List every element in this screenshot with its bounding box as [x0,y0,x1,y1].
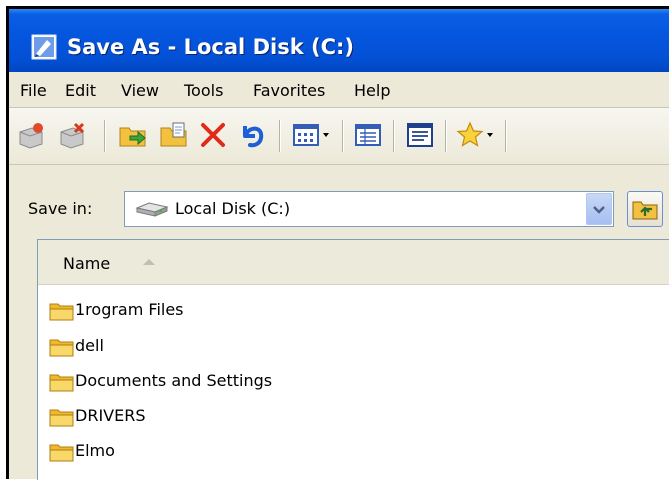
save-as-icon [31,34,57,60]
file-name: DRIVERS [75,406,146,425]
hard-disk-icon [135,202,169,217]
column-header-name[interactable]: Name [63,254,110,273]
file-name: dell [75,336,104,355]
menu-file[interactable]: File [20,81,47,100]
toolbar-separator [342,120,344,152]
folder-icon [49,444,74,462]
favorites-icon[interactable] [456,120,496,150]
move-to-icon[interactable] [118,120,148,150]
menu-edit[interactable]: Edit [65,81,96,100]
delete-icon[interactable] [198,120,228,150]
toolbar-separator [393,120,395,152]
views-icon[interactable] [292,120,332,150]
title-bar[interactable]: Save As - Local Disk (C:) [9,9,669,72]
toolbar-separator [505,120,507,152]
add-icon[interactable] [16,120,46,150]
folder-icon [49,303,74,321]
copy-to-icon[interactable] [159,120,189,150]
folder-icon [49,374,74,392]
file-name: Documents and Settings [75,371,273,390]
save-in-row: Save in: Local Disk (C:) [9,165,669,237]
remove-icon[interactable] [57,120,87,150]
undo-icon[interactable] [237,120,267,150]
save-in-combobox[interactable]: Local Disk (C:) [124,191,614,227]
toolbar-separator [104,120,106,152]
save-in-value: Local Disk (C:) [175,199,291,218]
save-in-label: Save in: [28,199,93,218]
menu-view[interactable]: View [121,81,159,100]
menu-bar: File Edit View Tools Favorites Help [9,72,669,108]
toolbar-separator [279,120,281,152]
window-title: Save As - Local Disk (C:) [67,35,354,59]
dropdown-button[interactable] [586,193,612,225]
up-folder-icon [632,201,658,220]
sort-ascending-icon [143,259,155,265]
file-list[interactable]: Name 1rogram Files dell Documents and Se… [37,239,669,480]
list-header: Name [38,240,669,285]
toolbar [9,108,669,165]
properties-icon[interactable] [405,120,435,150]
folder-icon [49,409,74,427]
details-icon[interactable] [353,120,383,150]
menu-tools[interactable]: Tools [184,81,223,100]
file-name: Elmo [75,441,115,460]
chevron-down-icon [593,206,605,214]
menu-favorites[interactable]: Favorites [253,81,325,100]
menu-help[interactable]: Help [354,81,390,100]
save-as-dialog: Save As - Local Disk (C:) File Edit View… [6,6,669,480]
up-one-level-button[interactable] [627,191,663,227]
folder-icon [49,339,74,357]
file-name: 1rogram Files [75,300,184,319]
toolbar-separator [445,120,447,152]
